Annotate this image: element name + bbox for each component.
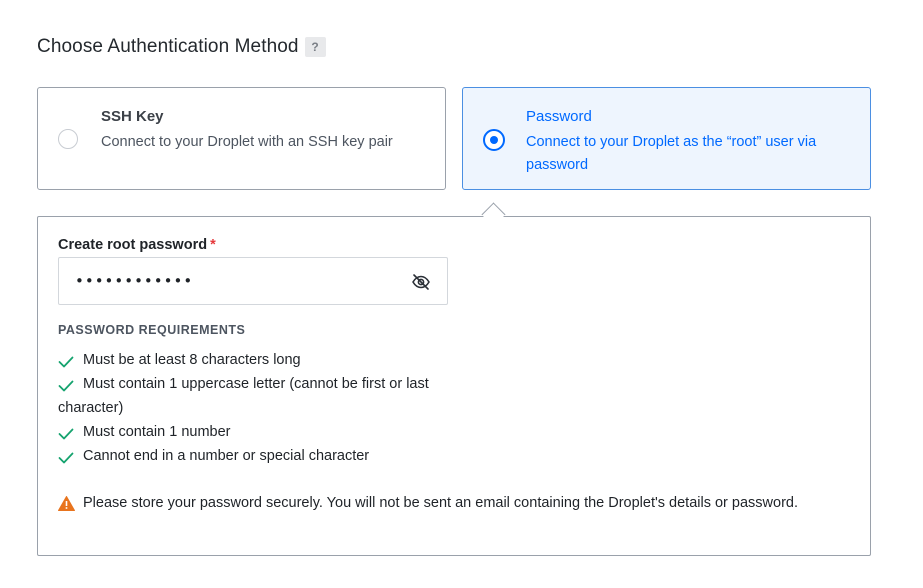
ssh-key-radio[interactable] (58, 129, 78, 149)
password-warning: Please store your password securely. You… (58, 492, 818, 515)
ssh-key-title: SSH Key (101, 108, 164, 125)
check-icon (58, 377, 74, 392)
required-marker: * (210, 237, 216, 253)
root-password-label: Create root password * (58, 237, 216, 253)
requirement-item: Must be at least 8 characters long (58, 348, 448, 372)
password-radio[interactable] (483, 129, 505, 151)
requirement-item: Must contain 1 number (58, 420, 448, 444)
root-password-field[interactable] (58, 257, 448, 305)
section-title: Choose Authentication Method (37, 36, 299, 57)
root-password-input[interactable] (73, 271, 397, 291)
ssh-key-description: Connect to your Droplet with an SSH key … (101, 134, 393, 150)
help-icon[interactable]: ? (304, 37, 326, 57)
password-requirements-heading: PASSWORD REQUIREMENTS (58, 323, 246, 337)
password-panel: Create root password* PASSWORD REQUIREME… (37, 216, 871, 556)
warning-icon (58, 496, 75, 511)
requirement-text: Cannot end in a number or special charac… (83, 448, 370, 464)
check-icon (58, 353, 74, 368)
requirement-item: Cannot end in a number or special charac… (58, 444, 448, 468)
requirement-text: Must be at least 8 characters long (83, 352, 301, 368)
root-password-label-text: Create root password (58, 237, 208, 253)
warning-text: Please store your password securely. You… (83, 495, 798, 511)
password-description: Connect to your Droplet as the “root” us… (526, 134, 817, 173)
section-header: Choose Authentication Method ? (37, 36, 326, 58)
check-icon (58, 449, 74, 464)
requirement-item: Must contain 1 uppercase letter (cannot … (58, 372, 448, 420)
auth-option-ssh-key[interactable]: SSH Key Connect to your Droplet with an … (37, 87, 446, 190)
requirement-text: Must contain 1 number (83, 424, 231, 440)
requirement-text: Must contain 1 uppercase letter (cannot … (58, 376, 429, 416)
eye-slash-icon[interactable] (411, 272, 431, 292)
password-requirements-list: Must be at least 8 characters long Must … (58, 348, 448, 468)
password-title: Password (526, 108, 592, 125)
auth-option-password[interactable]: Password Connect to your Droplet as the … (462, 87, 871, 190)
check-icon (58, 425, 74, 440)
